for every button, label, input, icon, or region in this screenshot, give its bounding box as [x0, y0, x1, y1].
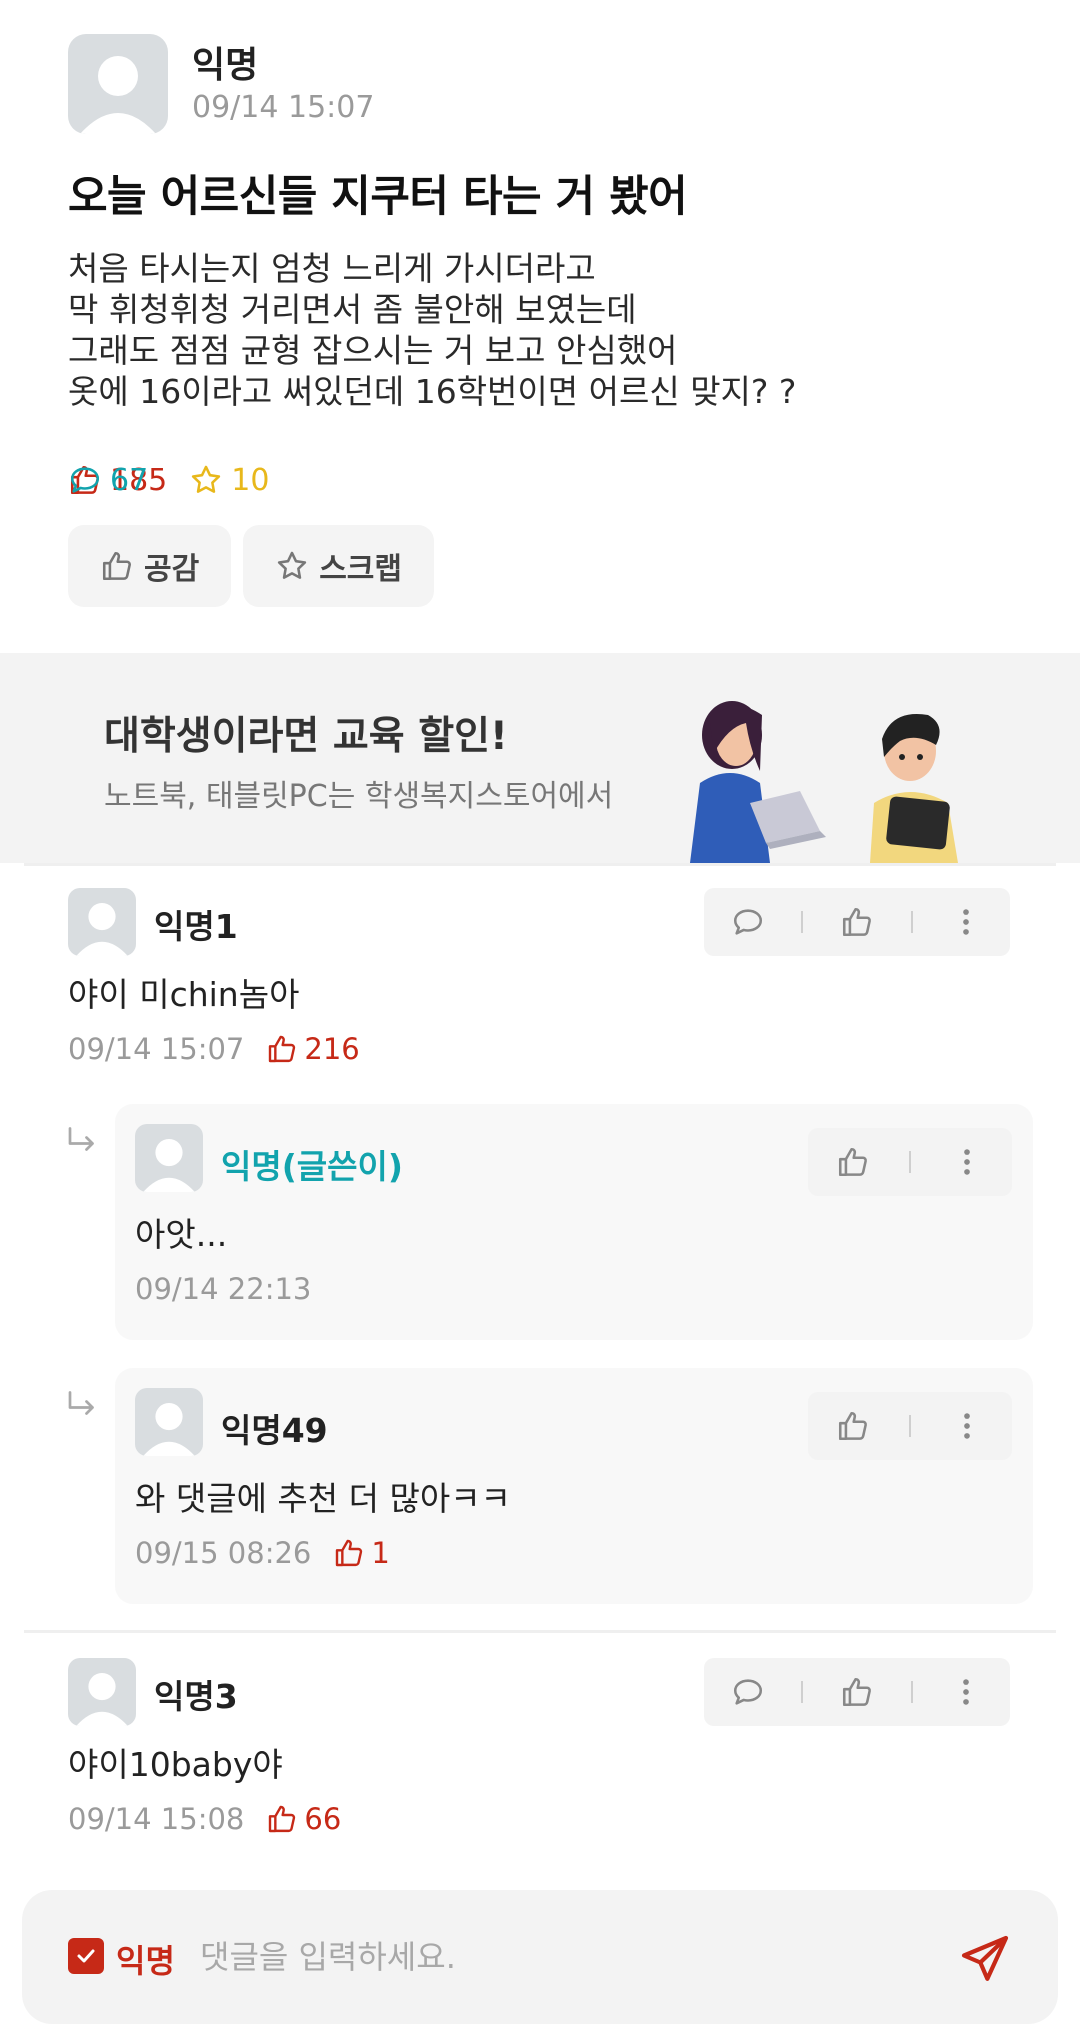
comment-author: 익명1 — [154, 907, 238, 946]
avatar — [68, 34, 168, 134]
like-button-label: 공감 — [144, 552, 200, 587]
comment-text: 야이 미chin놈아 — [68, 975, 300, 1014]
comment-likes-value: 216 — [304, 1032, 360, 1066]
reply-text: 아앗... — [135, 1215, 228, 1254]
speech-bubble-icon — [733, 1679, 762, 1705]
comment-meta: 09/14 15:08 66 — [68, 1802, 341, 1836]
avatar — [68, 1658, 136, 1726]
comment-input[interactable] — [200, 1926, 900, 1988]
reply-button[interactable] — [714, 1658, 782, 1726]
reply-likes: 1 — [333, 1536, 390, 1570]
reply-author: 익명49 — [221, 1411, 328, 1450]
comment-like-button[interactable] — [823, 888, 891, 956]
comment-author: 익명3 — [154, 1677, 238, 1716]
comment-like-button[interactable] — [823, 1658, 891, 1726]
more-vertical-icon — [963, 909, 970, 935]
thumbs-up-icon — [842, 907, 871, 937]
more-vertical-icon — [964, 1413, 970, 1439]
more-options-button[interactable] — [932, 888, 1000, 956]
send-icon — [961, 1935, 1009, 1981]
star-icon — [278, 551, 307, 579]
comment-toolbar — [704, 888, 1010, 956]
comment-toolbar — [704, 1658, 1010, 1726]
reply-likes-value: 1 — [371, 1536, 390, 1570]
banner-title: 대학생이라면 교육 할인! — [104, 714, 508, 759]
thumbs-up-icon — [842, 1677, 871, 1707]
more-options-button[interactable] — [933, 1128, 1001, 1196]
avatar — [135, 1124, 203, 1192]
banner-subtitle: 노트북, 태블릿PC는 학생복지스토어에서 — [104, 779, 614, 814]
checkmark-icon — [77, 1949, 95, 1963]
comment-time: 09/14 15:07 — [68, 1032, 245, 1066]
thumbs-up-icon — [838, 1411, 867, 1441]
thumbs-up-icon — [336, 1539, 363, 1567]
post-body-line: 옷에 16이라고 써있던데 16학번이면 어르신 맞지? ? — [68, 372, 797, 411]
toolbar-separator — [801, 1681, 804, 1703]
post-stats: 185 67 10 — [68, 458, 291, 502]
post-actions: 공감 스크랩 — [68, 525, 446, 607]
post-body: 처음 타시는지 엄청 느리게 가시더라고 막 휘청휘청 거리면서 좀 불안해 보… — [68, 248, 1028, 412]
comment-count-value: 67 — [110, 462, 149, 498]
comment-count: 67 — [68, 463, 1080, 498]
thumbs-up-icon — [102, 551, 131, 581]
more-options-button[interactable] — [932, 1658, 1000, 1726]
reply-arrow-icon — [68, 1127, 94, 1151]
scrap-button[interactable]: 스크랩 — [243, 525, 435, 607]
comment-likes: 216 — [266, 1032, 360, 1066]
reply-time: 09/15 08:26 — [135, 1536, 312, 1570]
more-vertical-icon — [964, 1149, 970, 1175]
thumbs-up-icon — [269, 1805, 296, 1833]
comment-time: 09/14 15:08 — [68, 1802, 245, 1836]
avatar — [135, 1388, 203, 1456]
send-button[interactable] — [956, 1930, 1014, 1988]
comment-meta: 09/14 15:07 216 — [68, 1032, 360, 1066]
reply-like-button[interactable] — [819, 1128, 887, 1196]
like-button[interactable]: 공감 — [68, 525, 232, 607]
post-body-line: 그래도 점점 균형 잡으시는 거 보고 안심했어 — [68, 331, 678, 370]
reply-text: 와 댓글에 추천 더 많아ㅋㅋ — [135, 1479, 511, 1518]
reply-button[interactable] — [714, 888, 782, 956]
reply: 익명(글쓴이) 아앗... 09/14 22:13 — [115, 1104, 1033, 1340]
students-illustration — [690, 701, 958, 863]
thumbs-up-icon — [838, 1147, 867, 1177]
post-author: 익명 — [192, 45, 259, 86]
anonymous-label[interactable]: 익명 — [116, 1936, 175, 1982]
post-body-line: 처음 타시는지 엄청 느리게 가시더라고 — [68, 249, 596, 288]
reply-like-button[interactable] — [819, 1392, 887, 1460]
reply-toolbar — [808, 1392, 1012, 1460]
reply-meta: 09/15 08:26 1 — [135, 1536, 390, 1570]
reply-arrow-icon — [68, 1391, 94, 1415]
post-title: 오늘 어르신들 지쿠터 타는 거 봤어 — [68, 172, 688, 222]
speech-bubble-icon — [70, 467, 100, 493]
toolbar-separator — [910, 1681, 913, 1703]
thumbs-up-icon — [269, 1035, 296, 1063]
avatar — [68, 888, 136, 956]
reply-meta: 09/14 22:13 — [135, 1272, 311, 1306]
reply-author: 익명(글쓴이) — [221, 1147, 403, 1186]
reply: 익명49 와 댓글에 추천 더 많아ㅋㅋ 09/15 08:26 1 — [115, 1368, 1033, 1604]
scrap-button-label: 스크랩 — [319, 552, 403, 587]
post-time: 09/14 15:07 — [192, 90, 375, 125]
more-options-button[interactable] — [933, 1392, 1001, 1460]
reply-time: 09/14 22:13 — [135, 1272, 312, 1306]
post-body-line: 막 휘청휘청 거리면서 좀 불안해 보였는데 — [68, 290, 637, 329]
divider — [24, 863, 1056, 866]
toolbar-separator — [909, 1151, 911, 1173]
ad-banner[interactable]: 대학생이라면 교육 할인! 노트북, 태블릿PC는 학생복지스토어에서 — [0, 653, 1080, 863]
toolbar-separator — [801, 911, 804, 933]
toolbar-separator — [909, 1415, 911, 1437]
more-vertical-icon — [963, 1679, 970, 1705]
speech-bubble-icon — [733, 909, 762, 935]
comment-text: 야이10baby야 — [68, 1745, 283, 1784]
divider — [24, 1630, 1056, 1633]
comment-likes-value: 66 — [304, 1802, 342, 1836]
comment-input-bar: 익명 — [22, 1890, 1058, 2024]
comment-likes: 66 — [266, 1802, 341, 1836]
reply-toolbar — [808, 1128, 1012, 1196]
anonymous-checkbox[interactable] — [68, 1938, 104, 1974]
toolbar-separator — [910, 911, 913, 933]
